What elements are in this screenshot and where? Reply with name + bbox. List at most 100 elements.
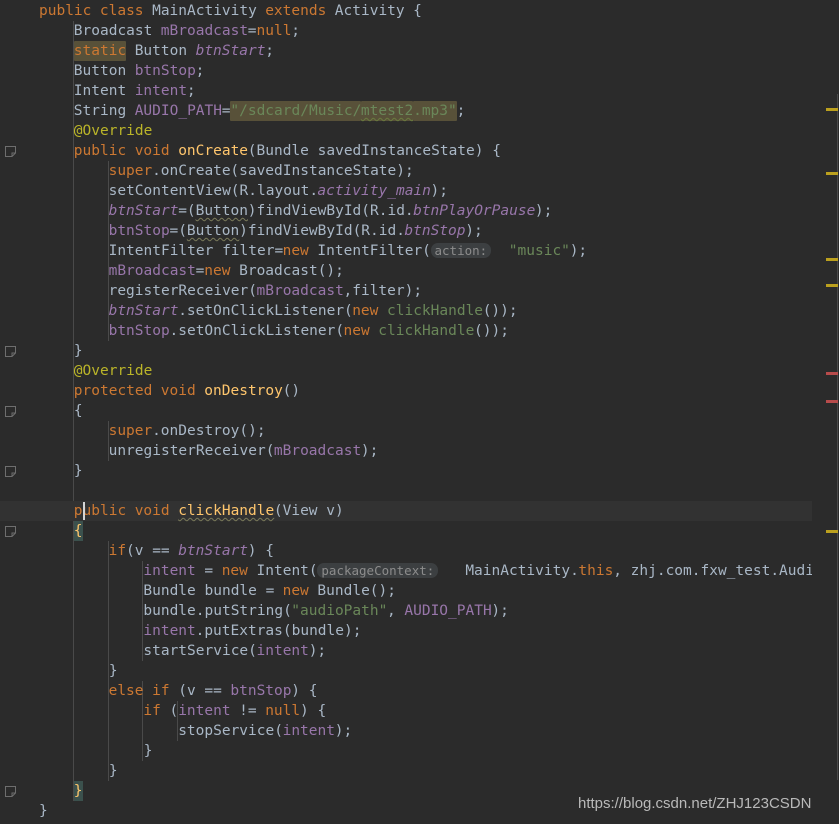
code-line[interactable] bbox=[0, 481, 812, 501]
code-token: (View v) bbox=[273, 503, 344, 519]
code-line[interactable]: super. onCreate (savedInstanceState); bbox=[0, 161, 812, 181]
code-token: btnStop bbox=[108, 323, 170, 339]
code-token: (savedInstanceState); bbox=[230, 163, 414, 179]
code-line[interactable]: @Override bbox=[0, 361, 812, 381]
code-token: btnStop bbox=[230, 683, 292, 699]
marker-gutter[interactable] bbox=[812, 0, 839, 824]
code-token: activity_main bbox=[317, 183, 431, 199]
code-line[interactable]: } bbox=[0, 461, 812, 481]
code-line[interactable]: mBroadcast = new Broadcast(); bbox=[0, 261, 812, 281]
warning-marker[interactable] bbox=[826, 258, 838, 261]
code-token: protected bbox=[73, 383, 153, 399]
code-line[interactable]: if (v == btnStart) { bbox=[0, 541, 812, 561]
code-line[interactable]: public void onCreate (Bundle savedInstanc… bbox=[0, 141, 812, 161]
code-line[interactable]: Button btnStop; bbox=[0, 61, 812, 81]
code-line[interactable]: Broadcast mBroadcast = null; bbox=[0, 21, 812, 41]
code-line[interactable]: { bbox=[0, 521, 812, 541]
code-line[interactable]: setContentView(R.layout. activity_main); bbox=[0, 181, 812, 201]
code-token: if bbox=[143, 703, 161, 719]
warning-marker[interactable] bbox=[826, 530, 838, 533]
code-token: Button bbox=[195, 203, 248, 219]
code-line[interactable]: startService(intent); bbox=[0, 641, 812, 661]
code-token: static bbox=[73, 41, 127, 61]
code-token: (v == bbox=[169, 683, 231, 699]
code-surface[interactable]: public class MainActivity extends Activi… bbox=[0, 0, 812, 824]
error-marker[interactable] bbox=[826, 372, 838, 375]
code-line[interactable]: IntentFilter filter= new IntentFilter(act… bbox=[0, 241, 812, 261]
code-line[interactable]: else if (v == btnStop) { bbox=[0, 681, 812, 701]
code-token: .setOnClickListener( bbox=[178, 303, 353, 319]
code-token: btnStop bbox=[404, 223, 466, 239]
code-line[interactable]: registerReceiver(mBroadcast ,filter); bbox=[0, 281, 812, 301]
code-line[interactable]: Intent intent; bbox=[0, 81, 812, 101]
code-line[interactable]: btnStart =(Button)findViewById(R.id. btnPl… bbox=[0, 201, 812, 221]
code-line[interactable]: if (intent != null) { bbox=[0, 701, 812, 721]
code-token: intent bbox=[256, 643, 309, 659]
code-line[interactable]: stopService(intent); bbox=[0, 721, 812, 741]
code-line[interactable]: intent .putExtras(bundle); bbox=[0, 621, 812, 641]
code-token: .putExtras(bundle); bbox=[195, 623, 362, 639]
code-token: .setOnClickListener( bbox=[169, 323, 345, 339]
code-line[interactable]: protected void onDestroy() bbox=[0, 381, 812, 401]
code-token: mBroadcast bbox=[256, 283, 344, 299]
code-token: = bbox=[221, 103, 231, 119]
code-line[interactable]: intent = new Intent(packageContext: Main… bbox=[0, 561, 812, 581]
code-token: new bbox=[352, 303, 379, 319]
code-token: ( bbox=[160, 703, 179, 719]
code-line[interactable]: } bbox=[0, 741, 812, 761]
warning-marker[interactable] bbox=[826, 284, 838, 287]
code-token: btnPlayOrPause bbox=[413, 203, 536, 219]
code-token: new bbox=[282, 583, 309, 599]
code-token: String bbox=[73, 103, 127, 119]
code-line[interactable]: } bbox=[0, 761, 812, 781]
code-token: AUDIO_PATH bbox=[404, 603, 492, 619]
warning-marker[interactable] bbox=[826, 172, 838, 175]
code-line[interactable]: String AUDIO_PATH = "/sdcard/Music/mtest2.… bbox=[0, 101, 812, 121]
code-token: } bbox=[39, 463, 83, 479]
code-line[interactable]: public class MainActivity extends Activi… bbox=[0, 1, 812, 21]
code-line[interactable]: @Override bbox=[0, 121, 812, 141]
code-line[interactable]: static Button btnStart; bbox=[0, 41, 812, 61]
code-line[interactable]: unregisterReceiver(mBroadcast); bbox=[0, 441, 812, 461]
code-token: mBroadcast bbox=[160, 23, 249, 39]
code-token: clickHandle bbox=[378, 323, 475, 339]
code-line[interactable]: bundle.putString("audioPath", AUDIO_PATH… bbox=[0, 601, 812, 621]
code-token: clickHandle bbox=[178, 503, 275, 519]
code-token: super bbox=[108, 423, 153, 439]
code-token: Button bbox=[73, 63, 127, 79]
code-line[interactable]: public void clickHandle (View v) bbox=[0, 501, 812, 521]
code-token: setContentView(R.layout. bbox=[108, 183, 319, 199]
code-token: Button bbox=[134, 43, 188, 59]
code-line[interactable]: btnStop =(Button)findViewById(R.id. btnSto… bbox=[0, 221, 812, 241]
code-line[interactable]: super. onDestroy(); bbox=[0, 421, 812, 441]
code-line[interactable]: { bbox=[0, 401, 812, 421]
warning-marker[interactable] bbox=[826, 108, 838, 111]
code-line[interactable]: } bbox=[0, 341, 812, 361]
code-token: extends bbox=[265, 3, 327, 19]
code-editor[interactable]: public class MainActivity extends Activi… bbox=[0, 0, 839, 824]
code-token: IntentFilter filter= bbox=[108, 243, 284, 259]
code-line[interactable]: btnStop .setOnClickListener(new clickHand… bbox=[0, 321, 812, 341]
code-token: { bbox=[73, 521, 83, 541]
code-line[interactable]: Bundle bundle = new Bundle(); bbox=[0, 581, 812, 601]
code-token: stopService( bbox=[178, 723, 283, 739]
code-line[interactable]: } bbox=[0, 661, 812, 681]
code-token: if bbox=[108, 543, 127, 559]
code-token: mBroadcast bbox=[273, 443, 362, 459]
code-line[interactable]: btnStart .setOnClickListener(new clickHan… bbox=[0, 301, 812, 321]
error-marker[interactable] bbox=[826, 400, 838, 403]
code-token: ); bbox=[308, 643, 327, 659]
